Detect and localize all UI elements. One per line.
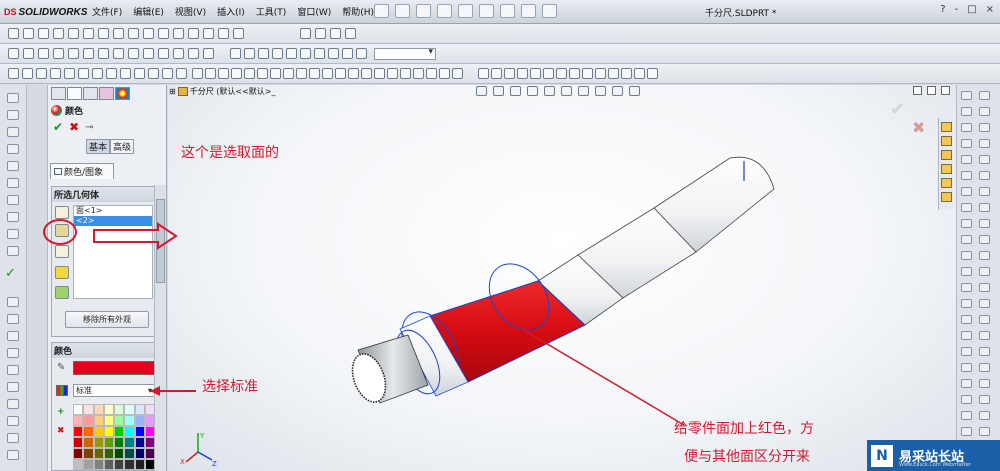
command-icon[interactable] <box>979 139 990 148</box>
right-tool-strip <box>956 85 1000 471</box>
callout-note-line2: 便与其他面区分开来 <box>684 449 810 465</box>
command-icon[interactable] <box>979 363 990 372</box>
command-icon[interactable] <box>961 331 972 340</box>
task-pane-tab-icon[interactable] <box>941 122 952 132</box>
command-icon[interactable] <box>961 155 972 164</box>
watermark-logo: N <box>871 444 893 467</box>
command-icon[interactable] <box>961 187 972 196</box>
callout-select-standard: 选择标准 <box>202 379 258 395</box>
command-icon[interactable] <box>979 203 990 212</box>
task-pane-tab-icon[interactable] <box>941 150 952 160</box>
command-icon[interactable] <box>961 171 972 180</box>
command-icon[interactable] <box>979 187 990 196</box>
command-icon[interactable] <box>979 155 990 164</box>
command-icon[interactable] <box>961 395 972 404</box>
command-icon[interactable] <box>979 251 990 260</box>
command-icon[interactable] <box>961 315 972 324</box>
task-pane-tabs <box>938 118 953 210</box>
command-icon[interactable] <box>979 123 990 132</box>
command-icon[interactable] <box>961 427 972 436</box>
command-icon[interactable] <box>961 363 972 372</box>
callout-select-face: 这个是选取面的 <box>181 145 279 161</box>
command-icon[interactable] <box>979 283 990 292</box>
callout-note-line1: 给零件面加上红色，方 <box>674 421 814 437</box>
command-icon[interactable] <box>979 267 990 276</box>
command-icon[interactable] <box>961 411 972 420</box>
command-icon[interactable] <box>961 299 972 308</box>
command-icon[interactable] <box>979 411 990 420</box>
command-icon[interactable] <box>979 91 990 100</box>
arrow-select-face <box>93 222 178 250</box>
command-icon[interactable] <box>961 379 972 388</box>
command-icon[interactable] <box>961 267 972 276</box>
command-icon[interactable] <box>961 219 972 228</box>
command-icon[interactable] <box>961 139 972 148</box>
command-icon[interactable] <box>961 91 972 100</box>
command-icon[interactable] <box>979 299 990 308</box>
command-icon[interactable] <box>979 379 990 388</box>
arrow-head <box>150 386 160 396</box>
command-icon[interactable] <box>961 283 972 292</box>
command-icon[interactable] <box>979 395 990 404</box>
command-icon[interactable] <box>961 123 972 132</box>
task-pane-tab-icon[interactable] <box>941 136 952 146</box>
command-icon[interactable] <box>961 347 972 356</box>
command-icon[interactable] <box>961 251 972 260</box>
command-icon[interactable] <box>979 347 990 356</box>
highlight-circle <box>43 219 77 245</box>
command-icon[interactable] <box>961 203 972 212</box>
command-icon[interactable] <box>979 315 990 324</box>
command-icon[interactable] <box>979 107 990 116</box>
command-icon[interactable] <box>979 219 990 228</box>
command-icon[interactable] <box>961 235 972 244</box>
watermark: N 易采站长站 Www.Easck.Com Webmaster <box>867 440 1000 471</box>
command-icon[interactable] <box>979 427 990 436</box>
command-icon[interactable] <box>961 107 972 116</box>
task-pane-tab-icon[interactable] <box>941 164 952 174</box>
task-pane-tab-icon[interactable] <box>941 192 952 202</box>
task-pane-tab-icon[interactable] <box>941 178 952 188</box>
annotation-overlay <box>43 219 196 396</box>
command-icon[interactable] <box>979 331 990 340</box>
watermark-subtext: Www.Easck.Com Webmaster <box>899 462 971 468</box>
command-icon[interactable] <box>979 171 990 180</box>
command-icon[interactable] <box>979 235 990 244</box>
